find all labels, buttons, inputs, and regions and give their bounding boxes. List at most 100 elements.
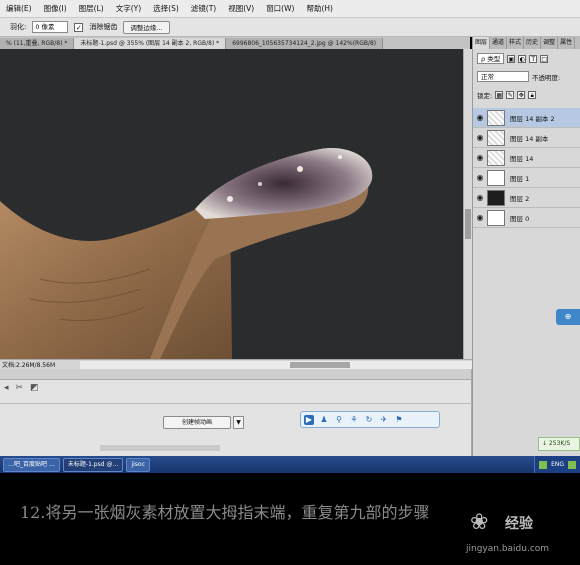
filter-adjust-icon[interactable]: ◐	[518, 54, 527, 63]
layer-name: 图层 14 副本 2	[510, 114, 555, 123]
watermark-brand: 经验	[505, 516, 533, 532]
layer-thumbnail	[487, 149, 505, 166]
layer-thumbnail	[487, 109, 505, 126]
layers-panel: 图层 通道 样式 历史 调整 属性 ρ 类型 ▣ ◐ T □ 正常 不透明度: …	[472, 37, 580, 456]
scissors-icon[interactable]: ✂	[16, 383, 24, 393]
filter-shape-icon[interactable]: □	[540, 54, 549, 63]
ash-speck	[297, 166, 303, 172]
doc-tab-jpg[interactable]: 6996806_105635734124_2.jpg @ 142%(RGB/8)	[226, 38, 384, 49]
layer-row[interactable]: ◉ 图层 14 副本 2	[473, 108, 580, 128]
ime-search-icon[interactable]: ⚲	[334, 415, 344, 425]
lock-move-icon[interactable]: ✥	[517, 91, 526, 99]
tab-styles[interactable]: 样式	[507, 37, 525, 49]
doc-tab-active[interactable]: 未标题-1.psd @ 355% (图层 14 副本 2, RGB/8) *	[74, 38, 227, 49]
eye-icon[interactable]: ◉	[473, 153, 487, 162]
filter-pixel-icon[interactable]: ▣	[507, 54, 516, 63]
eye-icon[interactable]: ◉	[473, 113, 487, 122]
document-canvas[interactable]	[0, 49, 463, 359]
layer-thumbnail	[487, 189, 505, 206]
tray-icon[interactable]	[568, 460, 576, 469]
ime-play-icon[interactable]: ▶	[304, 414, 314, 425]
menu-item-edit[interactable]: 编辑(E)	[0, 3, 38, 14]
menu-item-layer[interactable]: 图层(L)	[73, 3, 110, 14]
eye-icon[interactable]: ◉	[473, 133, 487, 142]
timeline-tools: ◂ ✂ ◩	[0, 383, 39, 393]
layer-name: 图层 2	[510, 194, 530, 203]
side-panel-tab[interactable]: ⊕	[556, 309, 580, 325]
lock-label: 锁定:	[477, 92, 493, 100]
blend-mode-select[interactable]: 正常	[477, 71, 529, 82]
eye-icon[interactable]: ◉	[473, 193, 487, 202]
antialias-checkbox[interactable]: ✓	[74, 22, 84, 32]
tab-properties[interactable]: 属性	[558, 37, 576, 49]
taskbar-item-photoshop[interactable]: 未标题-1.psd @…	[62, 457, 124, 472]
doc-tab-previous[interactable]: % (11,重叠, RGB/8) *	[0, 38, 75, 49]
layer-row[interactable]: ◉ 图层 1	[473, 168, 580, 188]
ash-speck	[258, 182, 262, 186]
first-frame-icon[interactable]: ◂	[4, 383, 9, 393]
filter-type-icon[interactable]: T	[529, 54, 538, 63]
taskbar-item-browser[interactable]: …吧_百度贴吧 …	[3, 457, 60, 472]
status-bar: 文档:2.26M/8.56M	[0, 359, 472, 369]
menu-item-view[interactable]: 视图(V)	[222, 3, 260, 14]
taskbar: …吧_百度贴吧 … 未标题-1.psd @… jisoc ENG	[0, 456, 580, 473]
lock-all-icon[interactable]: 🔒︎	[528, 91, 537, 99]
ash-speck	[338, 155, 342, 159]
menu-item-filter[interactable]: 滤镜(T)	[185, 3, 222, 14]
refine-edge-button[interactable]: 调整边缘...	[123, 20, 170, 34]
tray-icon[interactable]	[539, 460, 548, 469]
layer-thumbnail	[487, 129, 505, 146]
options-bar: 羽化: 0 像素 ✓ 消除锯齿 调整边缘...	[0, 18, 580, 37]
system-tray: ENG	[534, 456, 580, 473]
tab-layers[interactable]: 图层	[473, 37, 491, 49]
layer-name: 图层 14	[510, 154, 534, 163]
document-tabs: % (11,重叠, RGB/8) * 未标题-1.psd @ 355% (图层 …	[0, 37, 470, 49]
eye-icon[interactable]: ◉	[473, 173, 487, 182]
layers-list: ◉ 图层 14 副本 2 ◉ 图层 14 副本 ◉ 图层 14 ◉ 图层 1 ◉ 图层 2 ◉ 图层 …	[473, 108, 580, 228]
opacity-label: 不透明度:	[532, 73, 561, 82]
ime-toolbar: ▶ ♟ ⚲ ⚘ ↻ ✈ ⚑	[300, 411, 440, 428]
lock-brush-icon[interactable]: ✎	[506, 91, 515, 99]
tab-history[interactable]: 历史	[524, 37, 542, 49]
menu-item-select[interactable]: 选择(S)	[147, 3, 185, 14]
ime-refresh-icon[interactable]: ↻	[364, 415, 374, 425]
canvas-artwork	[0, 148, 373, 359]
menu-item-window[interactable]: 窗口(W)	[260, 3, 300, 14]
eye-icon[interactable]: ◉	[473, 213, 487, 222]
menu-item-help[interactable]: 帮助(H)	[300, 3, 339, 14]
lock-transparent-icon[interactable]: ▦	[495, 91, 504, 99]
layer-row[interactable]: ◉ 图层 2	[473, 188, 580, 208]
horizontal-scroll-thumb[interactable]	[290, 361, 350, 368]
feather-input[interactable]: 0 像素	[32, 21, 69, 33]
layer-row[interactable]: ◉ 图层 14 副本	[473, 128, 580, 148]
baidu-paw-logo-icon: ❀	[470, 510, 489, 535]
taskbar-item-folder[interactable]: jisoc	[126, 457, 150, 472]
horizontal-scrollbar[interactable]	[80, 360, 472, 369]
ime-pin-icon[interactable]: ⚘	[349, 415, 359, 425]
tab-channels[interactable]: 通道	[490, 37, 508, 49]
antialias-label: 消除锯齿	[89, 23, 118, 31]
vertical-scroll-thumb[interactable]	[465, 209, 471, 239]
menu-item-image[interactable]: 图像(I)	[38, 3, 73, 14]
tab-adjustments[interactable]: 调整	[541, 37, 559, 49]
tray-lang[interactable]: ENG	[551, 461, 564, 468]
watermark-site: jingyan.baidu.com	[466, 544, 550, 554]
timeline-divider	[0, 403, 472, 404]
layer-row[interactable]: ◉ 图层 0	[473, 208, 580, 228]
layer-name: 图层 1	[510, 174, 530, 183]
ime-airplane-icon[interactable]: ✈	[379, 415, 389, 425]
create-frame-animation-button[interactable]: 创建帧动画	[163, 416, 231, 429]
ash-speck	[227, 196, 233, 202]
create-animation-dropdown[interactable]: ▼	[233, 416, 244, 429]
panel-tabs: 图层 通道 样式 历史 调整 属性	[473, 37, 580, 49]
ime-user-icon[interactable]: ♟	[319, 415, 329, 425]
vertical-scrollbar[interactable]	[463, 49, 472, 359]
ime-location-icon[interactable]: ⚑	[394, 415, 404, 425]
menu-item-type[interactable]: 文字(Y)	[110, 3, 147, 14]
timeline-scroll[interactable]	[100, 445, 220, 451]
filter-row: ρ 类型 ▣ ◐ T □	[477, 53, 549, 64]
layer-kind-select[interactable]: ρ 类型	[477, 53, 505, 64]
transition-icon[interactable]: ◩	[30, 383, 39, 393]
layer-row[interactable]: ◉ 图层 14	[473, 148, 580, 168]
lock-row: 锁定: ▦ ✎ ✥ 🔒︎	[477, 90, 537, 100]
